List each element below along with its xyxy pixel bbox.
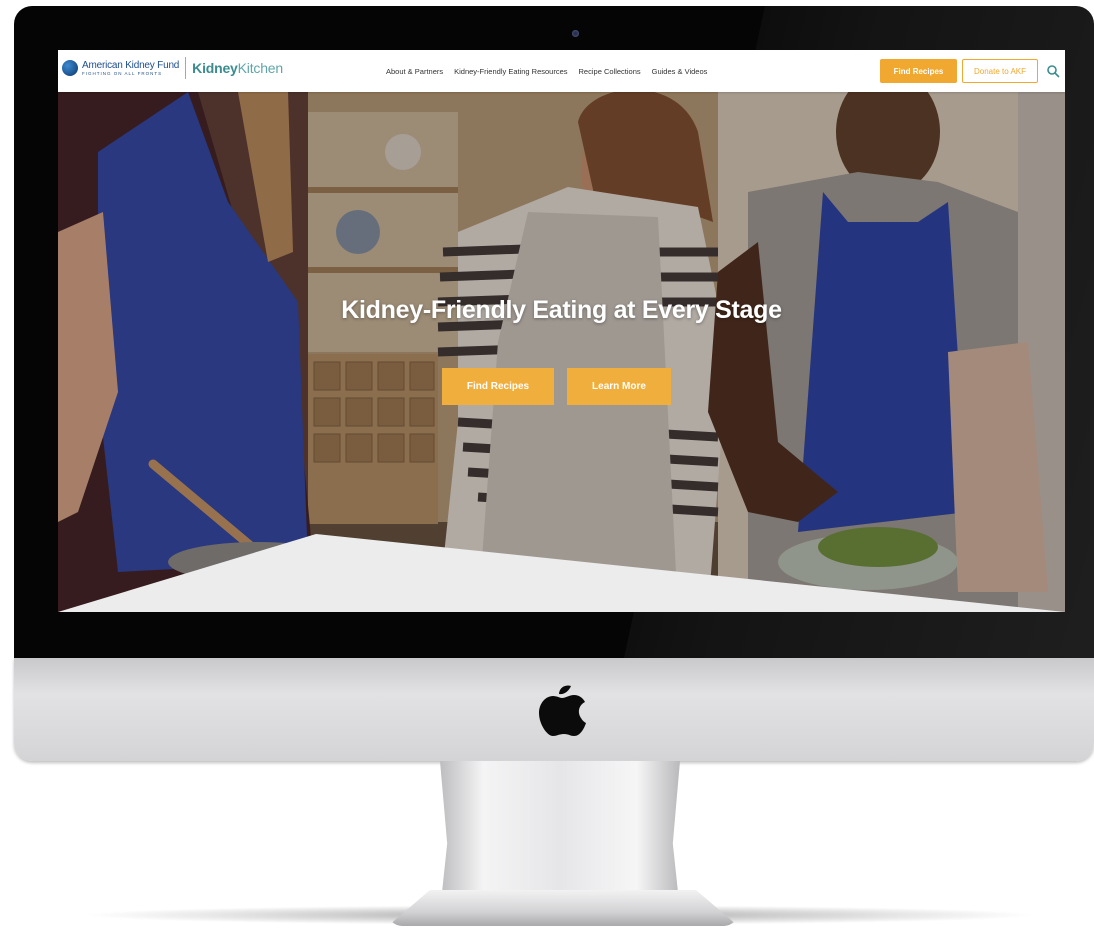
- nav-link-recipe-collections[interactable]: Recipe Collections: [579, 67, 641, 76]
- site-logo[interactable]: American Kidney Fund FIGHTING ON ALL FRO…: [62, 57, 283, 79]
- nav-link-about[interactable]: About & Partners: [386, 67, 443, 76]
- apple-logo-icon: [539, 685, 586, 736]
- nav-link-guides[interactable]: Guides & Videos: [652, 67, 708, 76]
- nav-link-resources[interactable]: Kidney-Friendly Eating Resources: [454, 67, 567, 76]
- hero-title: Kidney-Friendly Eating at Every Stage: [341, 296, 782, 324]
- hero-diagonal-wedge: [58, 534, 1065, 612]
- brand-name: KidneyKitchen: [192, 60, 283, 76]
- brand-primary: Kidney: [192, 60, 238, 76]
- hero-banner: Kidney-Friendly Eating at Every Stage Fi…: [58, 92, 1065, 612]
- site-navbar: American Kidney Fund FIGHTING ON ALL FRO…: [58, 50, 1065, 92]
- main-nav: About & Partners Kidney-Friendly Eating …: [386, 50, 707, 92]
- nav-find-recipes-button[interactable]: Find Recipes: [880, 59, 957, 83]
- monitor-stand: [440, 761, 680, 911]
- hero-find-recipes-button[interactable]: Find Recipes: [442, 368, 554, 405]
- logo-divider: [185, 57, 187, 79]
- camera-icon: [572, 30, 579, 37]
- browser-screen: American Kidney Fund FIGHTING ON ALL FRO…: [58, 50, 1065, 612]
- org-tagline: FIGHTING ON ALL FRONTS: [82, 70, 163, 76]
- akf-logo-icon: [62, 60, 78, 76]
- search-icon[interactable]: [1046, 64, 1060, 78]
- nav-donate-button[interactable]: Donate to AKF: [962, 59, 1038, 83]
- org-name: American Kidney Fund: [82, 59, 180, 71]
- monitor-stand-foot: [388, 890, 738, 926]
- hero-learn-more-button[interactable]: Learn More: [567, 368, 671, 405]
- brand-secondary: Kitchen: [237, 60, 283, 76]
